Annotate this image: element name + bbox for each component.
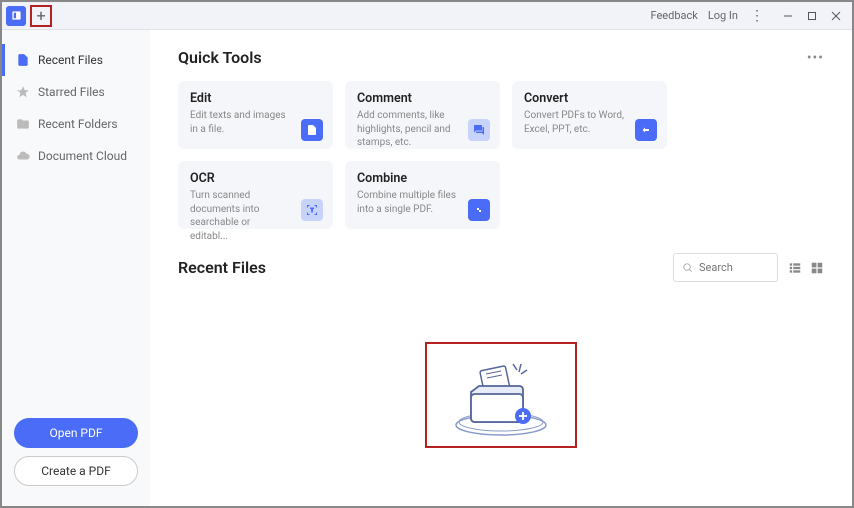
tool-desc: Convert PDFs to Word, Excel, PPT, etc. (524, 109, 624, 136)
login-link[interactable]: Log In (708, 9, 738, 22)
empty-folder-icon (441, 350, 561, 440)
cloud-icon (16, 149, 30, 163)
sidebar-item-recent-folders[interactable]: Recent Folders (2, 108, 150, 140)
folder-icon (16, 117, 30, 131)
window-minimize-button[interactable] (776, 6, 800, 26)
sidebar-item-starred-files[interactable]: Starred Files (2, 76, 150, 108)
star-icon (16, 85, 30, 99)
feedback-link[interactable]: Feedback (650, 9, 697, 22)
comment-icon (468, 119, 490, 141)
quick-tools-more-icon[interactable]: ••• (807, 50, 824, 66)
svg-text:T: T (310, 208, 313, 214)
quick-tools-title: Quick Tools (178, 48, 262, 67)
tool-desc: Combine multiple files into a single PDF… (357, 189, 457, 216)
list-view-button[interactable] (788, 261, 802, 275)
tool-desc: Edit texts and images in a file. (190, 109, 290, 136)
combine-icon (468, 199, 490, 221)
tool-card-comment[interactable]: Comment Add comments, like highlights, p… (345, 81, 500, 149)
tool-card-ocr[interactable]: OCR Turn scanned documents into searchab… (178, 161, 333, 229)
search-input[interactable] (699, 261, 769, 274)
empty-illustration-highlight (425, 342, 577, 448)
app-logo-icon (6, 6, 26, 26)
tool-desc: Add comments, like highlights, pencil an… (357, 109, 457, 150)
file-icon (16, 53, 30, 67)
open-pdf-button[interactable]: Open PDF (14, 418, 138, 448)
tool-title: OCR (190, 171, 321, 186)
tool-card-combine[interactable]: Combine Combine multiple files into a si… (345, 161, 500, 229)
edit-icon (301, 119, 323, 141)
tool-title: Edit (190, 91, 321, 106)
recent-files-empty (178, 302, 824, 448)
sidebar-item-recent-files[interactable]: Recent Files (2, 44, 150, 76)
tool-card-edit[interactable]: Edit Edit texts and images in a file. (178, 81, 333, 149)
add-tab-button[interactable]: + (30, 5, 52, 27)
grid-view-button[interactable] (810, 261, 824, 275)
create-pdf-button[interactable]: Create a PDF (14, 456, 138, 486)
sidebar-item-label: Recent Folders (38, 117, 118, 131)
main-content: Quick Tools ••• Edit Edit texts and imag… (150, 30, 852, 506)
sidebar-item-label: Recent Files (38, 53, 103, 67)
sidebar-item-document-cloud[interactable]: Document Cloud (2, 140, 150, 172)
search-icon (682, 258, 693, 277)
tool-title: Convert (524, 91, 655, 106)
titlebar: + Feedback Log In ⋮ (2, 2, 852, 30)
tool-desc: Turn scanned documents into searchable o… (190, 189, 290, 243)
search-box[interactable] (673, 253, 778, 282)
sidebar: Recent Files Starred Files Recent Folder… (2, 30, 150, 506)
ocr-icon: T (301, 199, 323, 221)
sidebar-item-label: Document Cloud (38, 149, 127, 163)
tool-card-convert[interactable]: Convert Convert PDFs to Word, Excel, PPT… (512, 81, 667, 149)
window-maximize-button[interactable] (800, 6, 824, 26)
sidebar-item-label: Starred Files (38, 85, 105, 99)
convert-icon (635, 119, 657, 141)
window-close-button[interactable] (824, 6, 848, 26)
titlebar-more-icon[interactable]: ⋮ (748, 8, 766, 24)
tool-title: Comment (357, 91, 488, 106)
tool-title: Combine (357, 171, 488, 186)
recent-files-title: Recent Files (178, 258, 266, 277)
